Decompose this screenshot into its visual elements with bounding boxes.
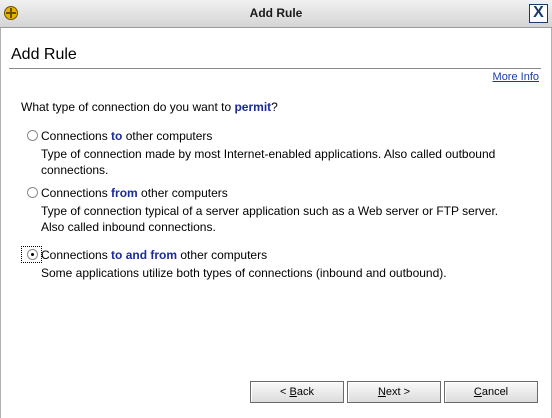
option-outbound: Connections to other computers Type of c… <box>21 128 521 178</box>
next-button[interactable]: Next > <box>347 381 441 403</box>
title-bar: Add Rule X <box>0 0 552 28</box>
option-label-pre: Connections <box>41 129 112 143</box>
dialog-body: Add Rule More Info What type of connecti… <box>0 28 552 418</box>
window-title: Add Rule <box>249 6 303 20</box>
radio-inbound[interactable] <box>27 187 38 198</box>
back-label-pre: < <box>280 386 290 398</box>
next-label-post: ext > <box>385 386 411 398</box>
option-label-keyword: to and from <box>111 248 178 262</box>
next-label-mnemonic: N <box>377 386 386 398</box>
option-both-label[interactable]: Connections to and from other computers <box>41 248 267 262</box>
more-info-link[interactable]: More Info <box>493 71 539 83</box>
option-inbound-description: Type of connection typical of a server a… <box>41 204 499 234</box>
option-label-pre: Connections <box>41 248 112 262</box>
cancel-label-mnemonic: C <box>473 386 482 398</box>
cancel-label-post: ancel <box>481 386 509 398</box>
close-button[interactable]: X <box>529 4 548 23</box>
question-prefix: What type of connection do you want to <box>21 100 235 114</box>
radio-outbound[interactable] <box>27 130 38 141</box>
cancel-button[interactable]: Cancel <box>444 381 538 403</box>
option-label-keyword: to <box>111 129 123 143</box>
title-divider <box>9 68 541 69</box>
option-both: Connections to and from other computers … <box>21 246 521 281</box>
option-label-post: other computers <box>122 129 213 143</box>
question-keyword: permit <box>234 100 272 114</box>
option-label-post: other computers <box>177 248 268 262</box>
option-inbound-label[interactable]: Connections from other computers <box>41 186 228 200</box>
question-suffix: ? <box>271 100 278 114</box>
option-outbound-description: Type of connection made by most Internet… <box>41 147 496 177</box>
page-title: Add Rule <box>11 46 77 63</box>
back-label-post: ack <box>296 386 314 398</box>
option-inbound: Connections from other computers Type of… <box>21 185 521 235</box>
back-label-mnemonic: B <box>289 386 297 398</box>
option-label-post: other computers <box>137 186 228 200</box>
back-button[interactable]: < Back <box>250 381 344 403</box>
option-label-keyword: from <box>111 186 138 200</box>
question-text: What type of connection do you want to p… <box>21 100 278 114</box>
radio-both[interactable] <box>27 249 38 260</box>
option-label-pre: Connections <box>41 186 112 200</box>
option-both-description: Some applications utilize both types of … <box>41 266 447 280</box>
option-outbound-label[interactable]: Connections to other computers <box>41 129 212 143</box>
